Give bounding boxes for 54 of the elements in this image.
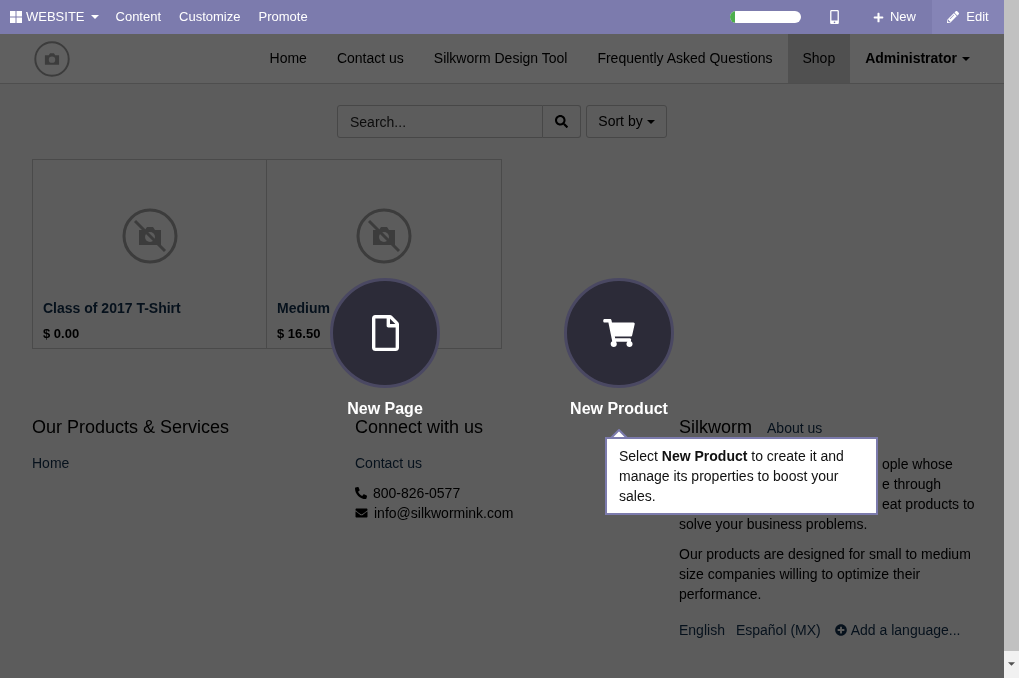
product-price: $ 16.50 [277, 326, 321, 342]
tooltip: Select New Product to create it and manage its properties to boost your sales. [605, 437, 878, 515]
search-field[interactable]: Search... [337, 105, 543, 138]
file-icon [371, 315, 399, 351]
envelope-icon [355, 507, 368, 519]
grid-icon [10, 11, 22, 23]
nav-link[interactable]: Contact us [321, 34, 419, 83]
add-language-link[interactable]: Add a language... [834, 620, 961, 640]
user-menu-button[interactable]: Administrator [850, 34, 985, 83]
mobile-icon [830, 10, 839, 24]
caret-icon [90, 15, 99, 19]
product-name[interactable]: Class of 2017 T-Shirt [43, 300, 181, 316]
search-button[interactable] [543, 105, 581, 138]
option-label: New Product [570, 401, 668, 417]
language-link[interactable]: English [679, 620, 725, 640]
scroll-down-arrow-icon[interactable] [1008, 662, 1015, 666]
contact-text: info@silkwormink.com [374, 504, 514, 523]
paragraph-line: eat products to [882, 495, 975, 514]
about-paragraph: Our products are designed for small to medium size companies willing to optimize their performance. [679, 545, 972, 604]
option-label: New Page [347, 401, 423, 417]
search-icon [555, 115, 568, 128]
footer-link[interactable]: Home [32, 453, 70, 473]
product-name[interactable]: Medium [277, 300, 330, 316]
no-photo-icon [356, 208, 412, 264]
footer-heading: Silkworm [679, 417, 752, 437]
nav-link[interactable]: Home [254, 34, 322, 83]
website-menu-button[interactable]: WEBSITE [0, 0, 107, 34]
top-menu-item[interactable]: Promote [249, 0, 317, 34]
product-price: $ 0.00 [43, 326, 80, 342]
paragraph-line: ople whose [882, 455, 953, 474]
footer-heading: Connect with us [355, 417, 484, 437]
sort-button[interactable]: Sort by [586, 105, 667, 138]
top-menu-item[interactable]: Content [106, 0, 171, 34]
top-menu-item[interactable]: Customize [170, 0, 250, 34]
nav-link[interactable]: Silkworm Design Tool [418, 34, 583, 83]
footer-heading: Our Products & Services [32, 417, 230, 437]
language-link[interactable]: Español (MX) [735, 620, 821, 640]
contact-text: 800-826-0577 [373, 484, 461, 503]
caret-icon [646, 119, 655, 124]
cart-icon [603, 319, 635, 347]
pencil-icon [947, 11, 960, 23]
nav-link[interactable]: Frequently Asked Questions [582, 34, 788, 83]
new-button[interactable]: New [859, 0, 930, 34]
caret-icon [962, 56, 970, 61]
nav-link[interactable]: Shop [787, 34, 851, 83]
camera-logo-icon [34, 40, 70, 77]
edit-button[interactable]: Edit [932, 0, 1004, 34]
footer-link[interactable]: Contact us [355, 453, 422, 473]
paragraph-line: e through [882, 475, 942, 494]
no-photo-icon [121, 208, 178, 264]
footer-subheading: About us [767, 419, 823, 438]
phone-icon [355, 487, 367, 499]
plus-icon [873, 11, 884, 23]
about-paragraph: solve your business problems. [679, 515, 868, 534]
